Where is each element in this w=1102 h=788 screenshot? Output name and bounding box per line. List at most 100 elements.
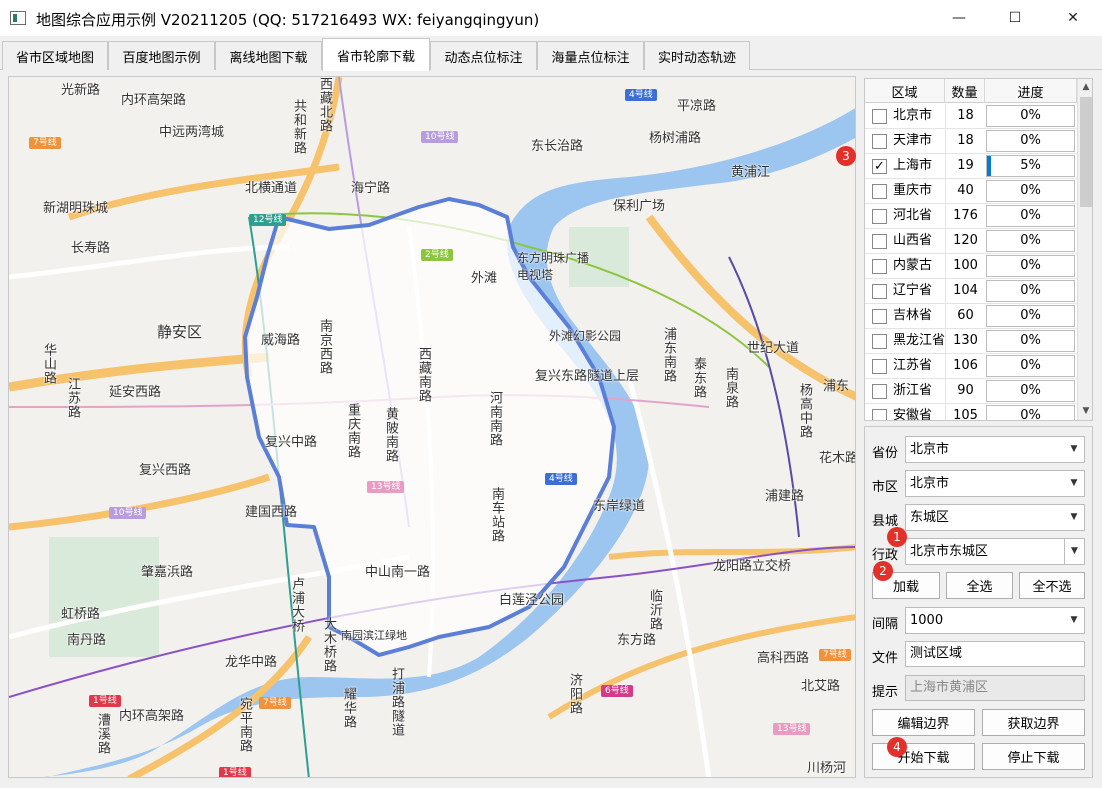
progress-bar: 0%: [986, 230, 1075, 252]
table-scrollbar[interactable]: ▲ ▼: [1077, 79, 1092, 420]
row-checkbox[interactable]: [872, 259, 887, 274]
map-label: 复兴西路: [139, 463, 192, 478]
row-checkbox[interactable]: [872, 409, 887, 420]
count-cell: 19: [945, 154, 985, 178]
tab-bar: 省市区域地图 百度地图示例 离线地图下载 省市轮廓下载 动态点位标注 海量点位标…: [0, 38, 1102, 71]
progress-text: 0%: [1020, 233, 1041, 248]
metro-badge: 7号线: [29, 137, 61, 149]
metro-badge: 13号线: [367, 481, 405, 493]
city-select[interactable]: 北京市 ▼: [905, 470, 1085, 497]
row-checkbox[interactable]: ✓: [872, 159, 887, 174]
table-row[interactable]: 辽宁省 104 0%: [865, 279, 1077, 304]
map-label: 西藏北路: [317, 77, 332, 133]
progress-text: 0%: [1020, 133, 1041, 148]
county-label: 县城: [872, 514, 899, 529]
tab-mass-points[interactable]: 海量点位标注: [537, 41, 644, 70]
progress-text: 0%: [1020, 108, 1041, 123]
table-row[interactable]: 天津市 18 0%: [865, 129, 1077, 154]
map-label: 建国西路: [245, 505, 298, 520]
table-row[interactable]: 北京市 18 0%: [865, 104, 1077, 129]
region-cell: 上海市: [893, 158, 933, 173]
progress-text: 0%: [1020, 333, 1041, 348]
table-row[interactable]: 安徽省 105 0%: [865, 404, 1077, 420]
column-header-count[interactable]: 数量: [945, 79, 985, 103]
map-label: 内环高架路: [121, 93, 187, 108]
map-label: 济阳路: [567, 673, 582, 715]
maximize-button[interactable]: ☐: [986, 0, 1044, 36]
map-label: 泰东路: [691, 357, 706, 399]
scrollbar-thumb[interactable]: [1080, 97, 1092, 207]
progress-bar: 0%: [986, 405, 1075, 420]
table-row[interactable]: ✓ 上海市 19 5%: [865, 154, 1077, 179]
row-checkbox[interactable]: [872, 134, 887, 149]
scroll-up-arrow-icon[interactable]: ▲: [1078, 79, 1092, 95]
row-checkbox[interactable]: [872, 384, 887, 399]
map-label: 南泉路: [723, 367, 738, 409]
minimize-button[interactable]: —: [930, 0, 988, 36]
table-row[interactable]: 吉林省 60 0%: [865, 304, 1077, 329]
select-all-button[interactable]: 全选: [946, 572, 1013, 599]
table-row[interactable]: 重庆市 40 0%: [865, 179, 1077, 204]
interval-select[interactable]: 1000 ▼: [905, 607, 1085, 634]
map-label: 延安西路: [109, 385, 162, 400]
map-label: 南丹路: [67, 633, 107, 648]
map-label: 河南南路: [487, 391, 502, 447]
table-row[interactable]: 浙江省 90 0%: [865, 379, 1077, 404]
count-cell: 120: [945, 229, 985, 253]
window-title: 地图综合应用示例 V20211205 (QQ: 517216493 WX: fe…: [36, 11, 540, 29]
map-label: 龙华中路: [225, 655, 278, 670]
get-boundary-button[interactable]: 获取边界: [982, 709, 1085, 736]
tab-province-map[interactable]: 省市区域地图: [2, 41, 108, 70]
region-cell: 黑龙江省: [893, 333, 945, 348]
row-checkbox[interactable]: [872, 359, 887, 374]
admin-select[interactable]: 北京市东城区 ▼: [905, 538, 1085, 565]
map-label: 华山路: [41, 343, 56, 385]
county-select[interactable]: 东城区 ▼: [905, 504, 1085, 531]
tab-dynamic-points[interactable]: 动态点位标注: [430, 41, 537, 70]
map-label: 东方明珠广播电视塔: [517, 251, 590, 282]
stop-download-button[interactable]: 停止下载: [982, 743, 1085, 770]
row-checkbox[interactable]: [872, 284, 887, 299]
tab-offline-download[interactable]: 离线地图下载: [215, 41, 322, 70]
edit-boundary-button[interactable]: 编辑边界: [872, 709, 975, 736]
progress-bar: 0%: [986, 180, 1075, 202]
row-checkbox[interactable]: [872, 109, 887, 124]
map-label: 肇嘉浜路: [141, 565, 194, 580]
metro-badge: 10号线: [109, 507, 147, 519]
progress-bar: 0%: [986, 130, 1075, 152]
progress-text: 0%: [1020, 208, 1041, 223]
table-row[interactable]: 内蒙古 100 0%: [865, 254, 1077, 279]
column-header-region[interactable]: 区域: [865, 79, 945, 103]
scroll-down-arrow-icon[interactable]: ▼: [1078, 403, 1092, 419]
tab-outline-download[interactable]: 省市轮廓下载: [322, 38, 430, 71]
row-checkbox[interactable]: [872, 209, 887, 224]
map-label: 临沂路: [647, 589, 662, 631]
close-button[interactable]: ✕: [1044, 0, 1102, 36]
metro-badge: 10号线: [421, 131, 459, 143]
select-none-button[interactable]: 全不选: [1019, 572, 1085, 599]
row-checkbox[interactable]: [872, 234, 887, 249]
tab-realtime-track[interactable]: 实时动态轨迹: [644, 41, 750, 70]
row-checkbox[interactable]: [872, 334, 887, 349]
table-row[interactable]: 江苏省 106 0%: [865, 354, 1077, 379]
map-label: 江苏路: [65, 377, 80, 419]
map-view[interactable]: 光新路 内环高架路 中远两湾城 西藏北路 共和新路 海宁路 北横通道 新湖明珠城…: [8, 76, 856, 778]
count-cell: 176: [945, 204, 985, 228]
table-row[interactable]: 黑龙江省 130 0%: [865, 329, 1077, 354]
province-select[interactable]: 北京市 ▼: [905, 436, 1085, 463]
table-row[interactable]: 山西省 120 0%: [865, 229, 1077, 254]
table-row[interactable]: 河北省 176 0%: [865, 204, 1077, 229]
row-checkbox[interactable]: [872, 184, 887, 199]
map-label: 北横通道: [245, 181, 298, 196]
row-checkbox[interactable]: [872, 309, 887, 324]
progress-text: 0%: [1020, 283, 1041, 298]
callout-badge-2: 2: [873, 561, 893, 581]
hint-label: 提示: [872, 685, 899, 700]
tab-baidu-map[interactable]: 百度地图示例: [108, 41, 215, 70]
file-input[interactable]: 测试区域: [905, 641, 1085, 667]
column-header-progress[interactable]: 进度: [985, 79, 1077, 103]
region-cell: 河北省: [893, 208, 933, 223]
title-bar: 地图综合应用示例 V20211205 (QQ: 517216493 WX: fe…: [0, 0, 1102, 36]
map-label: 外滩幻影公园: [549, 329, 622, 343]
region-cell: 天津市: [893, 133, 933, 148]
